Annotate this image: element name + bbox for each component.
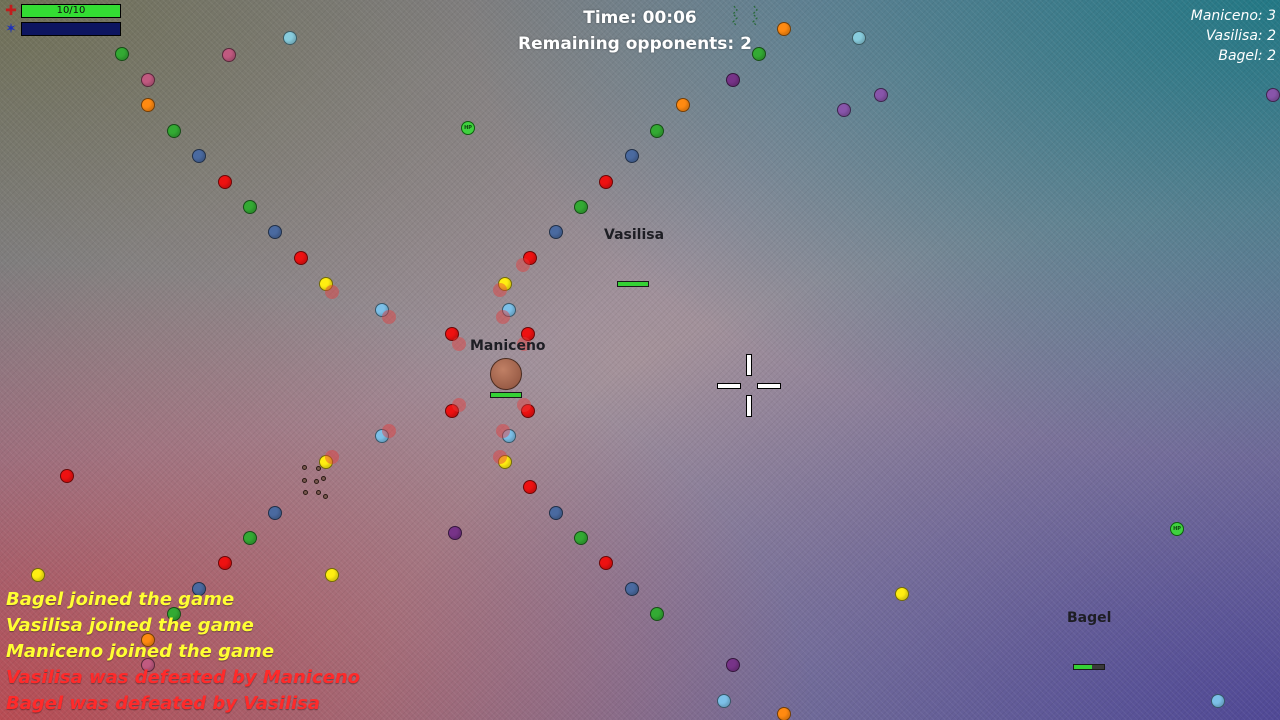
orb-steel: [625, 582, 639, 596]
orb-yellow: [325, 568, 339, 582]
feed-message: Bagel was defeated by Vasilisa: [6, 693, 321, 714]
score-entry: Maniceno: 3: [1190, 8, 1276, 24]
player-name-maniceno: Maniceno: [470, 338, 546, 354]
debris-particle: [314, 479, 319, 484]
projectile-trail: [496, 310, 510, 324]
orb-green: [650, 124, 664, 138]
player-health-bar: [617, 281, 649, 287]
player-name-bagel: Bagel: [1067, 610, 1112, 626]
hp-pickup[interactable]: HP: [1170, 522, 1184, 536]
orb-red: [523, 480, 537, 494]
orb-red: [218, 175, 232, 189]
player-health-fill: [618, 282, 648, 286]
debris-particle: [321, 476, 326, 481]
player-health-fill: [491, 393, 521, 397]
orb-steel: [192, 149, 206, 163]
projectile-trail: [452, 337, 466, 351]
debris-particle: [316, 490, 321, 495]
orb-violet: [1266, 88, 1280, 102]
score-entry: Vasilisa: 2: [1205, 28, 1276, 44]
orb-red: [218, 556, 232, 570]
remaining-opponents: Remaining opponents: 2: [518, 34, 752, 54]
hp-pickup[interactable]: HP: [461, 121, 475, 135]
projectile-trail: [493, 283, 507, 297]
orb-steel: [268, 225, 282, 239]
orb-orange: [676, 98, 690, 112]
debris-particle: [303, 490, 308, 495]
projectile-trail: [452, 398, 466, 412]
orb-purple: [726, 658, 740, 672]
orb-red: [60, 469, 74, 483]
feed-message: Vasilisa joined the game: [6, 615, 254, 636]
orb-purple: [448, 526, 462, 540]
player-name-vasilisa: Vasilisa: [604, 227, 665, 243]
feed-message: Bagel joined the game: [6, 589, 235, 610]
projectile-trail: [325, 285, 339, 299]
orb-red: [599, 175, 613, 189]
orb-pink: [141, 73, 155, 87]
orb-green: [167, 124, 181, 138]
orb-steel: [625, 149, 639, 163]
orb-yellow: [895, 587, 909, 601]
projectile-trail: [382, 424, 396, 438]
debris-particle: [302, 478, 307, 483]
orb-green: [243, 200, 257, 214]
projectile-trail: [382, 310, 396, 324]
projectile-trail: [496, 424, 510, 438]
feed-message: Maniceno joined the game: [6, 641, 275, 662]
orb-green: [650, 607, 664, 621]
orb-orange: [777, 707, 791, 720]
player-maniceno-avatar[interactable]: [490, 358, 522, 390]
orb-red: [599, 556, 613, 570]
orb-steel: [549, 506, 563, 520]
player-health-bar: [1073, 664, 1105, 670]
orb-yellow: [31, 568, 45, 582]
projectile-trail: [516, 258, 530, 272]
orb-steel: [549, 225, 563, 239]
projectile-trail: [517, 398, 531, 412]
orb-steel: [268, 506, 282, 520]
orb-green: [574, 531, 588, 545]
orb-purple: [726, 73, 740, 87]
projectile-trail: [325, 450, 339, 464]
projectile-trail: [493, 450, 507, 464]
orb-violet: [837, 103, 851, 117]
feed-message: Vasilisa was defeated by Maniceno: [6, 667, 361, 688]
orb-green: [574, 200, 588, 214]
match-timer: Time: 00:06: [583, 8, 697, 28]
score-entry: Bagel: 2: [1218, 48, 1276, 64]
scoreboard: Maniceno: 3 Vasilisa: 2 Bagel: 2: [1191, 6, 1276, 66]
orb-red: [294, 251, 308, 265]
orb-lightblue: [1211, 694, 1225, 708]
debris-particle: [316, 466, 321, 471]
kill-feed: Bagel joined the game Vasilisa joined th…: [6, 587, 360, 717]
orb-orange: [141, 98, 155, 112]
debris-particle: [302, 465, 307, 470]
player-health-bar: [490, 392, 522, 398]
orb-green: [243, 531, 257, 545]
player-health-fill: [1074, 665, 1092, 669]
orb-violet: [874, 88, 888, 102]
debris-particle: [323, 494, 328, 499]
orb-lightblue: [717, 694, 731, 708]
